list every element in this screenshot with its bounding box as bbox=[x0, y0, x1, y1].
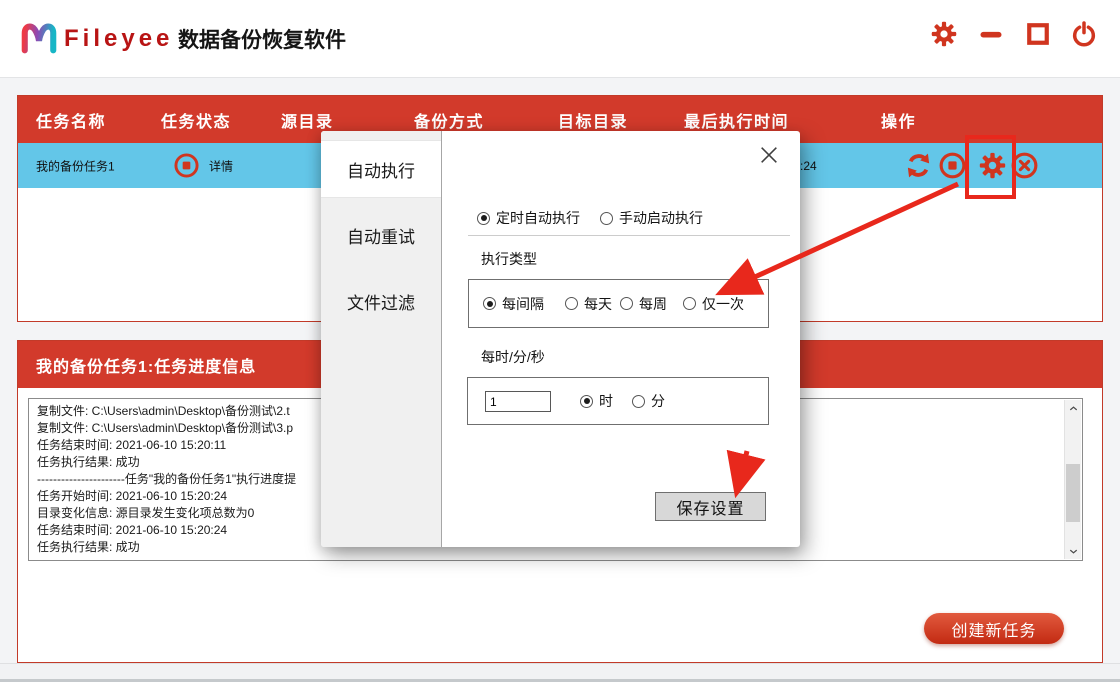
dialog-sidebar: 自动执行 自动重试 文件过滤 bbox=[321, 131, 442, 547]
radio-only-once[interactable]: 仅一次 bbox=[683, 294, 744, 314]
exec-type-label: 执行类型 bbox=[481, 251, 537, 267]
radio-manual-start[interactable]: 手动启动执行 bbox=[600, 208, 703, 228]
radio-every-day[interactable]: 每天 bbox=[565, 294, 612, 314]
tab-auto-retry[interactable]: 自动重试 bbox=[321, 206, 441, 264]
delete-x-icon[interactable] bbox=[1010, 151, 1039, 180]
col-backup-mode: 备份方式 bbox=[414, 113, 485, 131]
interval-value-input[interactable] bbox=[485, 391, 551, 412]
run-mode-radio-group: 定时自动执行 手动启动执行 bbox=[477, 208, 703, 228]
radio-dot[interactable] bbox=[477, 211, 490, 225]
save-settings-button[interactable]: 保存设置 bbox=[655, 492, 766, 521]
radio-every-week[interactable]: 每周 bbox=[620, 294, 667, 314]
status-strip bbox=[0, 663, 1120, 682]
minimize-icon[interactable] bbox=[977, 20, 1005, 48]
last-run-cell: :24 bbox=[800, 158, 817, 173]
radio-dot[interactable] bbox=[600, 211, 613, 225]
radio-dot[interactable] bbox=[483, 297, 496, 310]
log-scrollbar[interactable] bbox=[1064, 400, 1081, 559]
radio-unit-hour[interactable]: 时 bbox=[580, 391, 613, 411]
dialog-close-icon[interactable] bbox=[758, 144, 780, 166]
maximize-icon[interactable] bbox=[1024, 20, 1052, 48]
settings-dialog: 自动执行 自动重试 文件过滤 定时自动执行 手动启动执行 执行类型 每间隔 每天… bbox=[321, 131, 800, 547]
radio-dot[interactable] bbox=[580, 394, 593, 408]
brand-name: Fileyee bbox=[64, 25, 174, 52]
radio-every-interval[interactable]: 每间隔 bbox=[483, 294, 544, 314]
radio-dot[interactable] bbox=[620, 297, 633, 310]
progress-title: 我的备份任务1:任务进度信息 bbox=[36, 358, 257, 376]
col-last-run: 最后执行时间 bbox=[684, 113, 790, 131]
create-task-button[interactable]: 创建新任务 bbox=[924, 613, 1064, 644]
divider bbox=[468, 235, 790, 236]
stop-icon[interactable] bbox=[938, 151, 967, 180]
interval-group: 时 分 bbox=[467, 377, 769, 425]
task-name-cell: 我的备份任务1 bbox=[36, 159, 115, 173]
fileyee-logo-icon bbox=[21, 23, 57, 54]
app-title: 数据备份恢复软件 bbox=[178, 29, 346, 52]
run-sync-icon[interactable] bbox=[904, 151, 933, 180]
titlebar: Fileyee 数据备份恢复软件 bbox=[0, 0, 1120, 78]
radio-dot[interactable] bbox=[683, 297, 696, 310]
task-stop-status-icon bbox=[173, 152, 200, 179]
close-power-icon[interactable] bbox=[1070, 20, 1098, 48]
scroll-down-icon[interactable] bbox=[1065, 543, 1081, 559]
radio-timed-auto[interactable]: 定时自动执行 bbox=[477, 208, 580, 228]
radio-unit-minute[interactable]: 分 bbox=[632, 391, 665, 411]
col-task-status: 任务状态 bbox=[161, 113, 232, 131]
tab-file-filter[interactable]: 文件过滤 bbox=[321, 272, 441, 330]
col-source-dir: 源目录 bbox=[281, 113, 334, 131]
radio-dot[interactable] bbox=[632, 394, 645, 408]
scroll-up-icon[interactable] bbox=[1065, 400, 1081, 416]
scrollbar-thumb[interactable] bbox=[1066, 464, 1080, 522]
col-actions: 操作 bbox=[881, 113, 917, 131]
col-target-dir: 目标目录 bbox=[558, 113, 629, 131]
col-task-name: 任务名称 bbox=[36, 113, 107, 131]
app-window: Fileyee 数据备份恢复软件 任务名称 任务状态 源目录 备份方式 目标目录… bbox=[0, 0, 1120, 682]
exec-type-group: 每间隔 每天 每周 仅一次 bbox=[468, 279, 769, 328]
radio-dot[interactable] bbox=[565, 297, 578, 310]
task-detail-link[interactable]: 详情 bbox=[209, 157, 233, 174]
tab-auto-run[interactable]: 自动执行 bbox=[321, 140, 441, 198]
settings-gear-icon[interactable] bbox=[930, 20, 958, 48]
task-settings-gear-icon[interactable] bbox=[978, 151, 1007, 180]
interval-label: 每时/分/秒 bbox=[481, 349, 545, 365]
